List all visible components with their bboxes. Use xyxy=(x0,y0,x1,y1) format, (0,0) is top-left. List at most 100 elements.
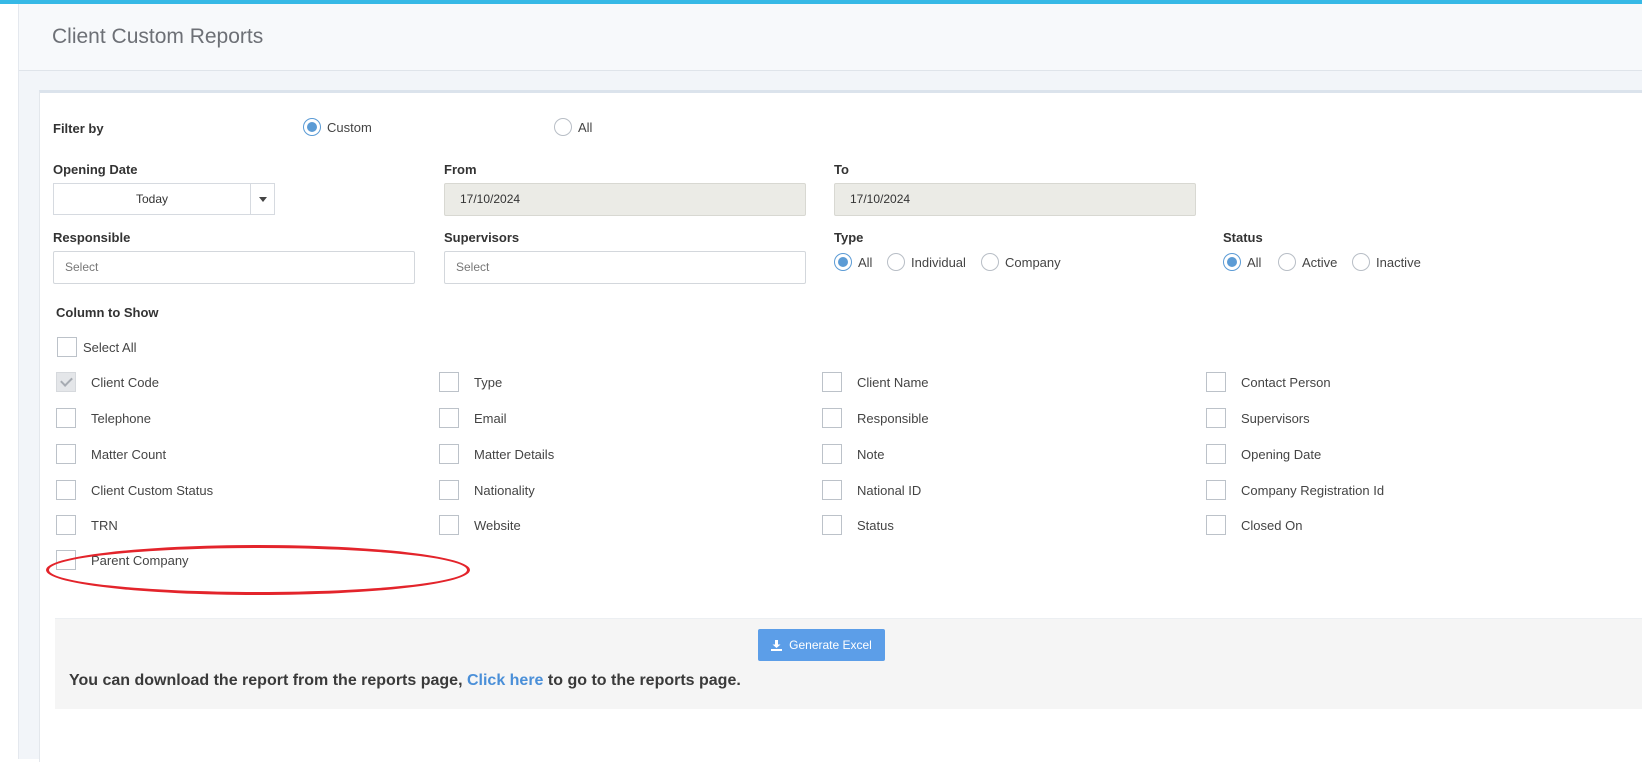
reports-page-link[interactable]: Click here xyxy=(467,672,543,689)
page-content: Client Custom Reports Filter by Custom A… xyxy=(19,4,1642,762)
checkbox-box xyxy=(56,408,76,428)
status-radio-all[interactable]: All xyxy=(1223,253,1261,271)
checkbox-label: Email xyxy=(474,410,507,426)
type-label: Type xyxy=(834,230,864,245)
column-checkbox-contact-person[interactable]: Contact Person xyxy=(1206,372,1331,392)
checkbox-box xyxy=(57,337,77,357)
from-date-input[interactable]: 17/10/2024 xyxy=(444,183,806,216)
column-checkbox-responsible[interactable]: Responsible xyxy=(822,408,929,428)
select-all-checkbox[interactable]: Select All xyxy=(57,337,136,357)
footer-message-end: to go to the reports page. xyxy=(547,672,741,689)
filter-by-label: Filter by xyxy=(53,121,104,136)
checkmark-icon xyxy=(59,374,73,387)
generate-excel-button[interactable]: Generate Excel xyxy=(758,629,885,661)
type-radio-company[interactable]: Company xyxy=(981,253,1061,271)
column-checkbox-status[interactable]: Status xyxy=(822,515,894,535)
column-checkbox-client-custom-status[interactable]: Client Custom Status xyxy=(56,480,213,500)
column-checkbox-nationality[interactable]: Nationality xyxy=(439,480,535,500)
filter-radio-all[interactable]: All xyxy=(554,118,592,136)
checkbox-box xyxy=(822,408,842,428)
column-checkbox-opening-date[interactable]: Opening Date xyxy=(1206,444,1321,464)
type-radio-individual[interactable]: Individual xyxy=(887,253,966,271)
column-checkbox-company-registration-id[interactable]: Company Registration Id xyxy=(1206,480,1384,500)
column-checkbox-client-name[interactable]: Client Name xyxy=(822,372,929,392)
radio-label: Active xyxy=(1302,254,1338,270)
opening-date-value: Today xyxy=(135,192,169,206)
checkbox-label: Supervisors xyxy=(1241,410,1310,426)
download-instructions: You can download the report from the rep… xyxy=(69,672,741,690)
radio-label: All xyxy=(858,254,873,270)
filter-radio-custom[interactable]: Custom xyxy=(303,118,372,136)
checkbox-box xyxy=(439,480,459,500)
radio-label: Custom xyxy=(327,119,372,135)
column-checkbox-trn[interactable]: TRN xyxy=(56,515,118,535)
left-sidebar-rail xyxy=(0,4,19,759)
responsible-label: Responsible xyxy=(53,230,131,245)
opening-date-label: Opening Date xyxy=(53,162,138,177)
checkbox-label: Type xyxy=(474,374,503,390)
radio-indicator xyxy=(1352,253,1370,271)
status-radio-active[interactable]: Active xyxy=(1278,253,1337,271)
checkbox-label: Contact Person xyxy=(1241,374,1331,390)
column-checkbox-website[interactable]: Website xyxy=(439,515,521,535)
checkbox-label: Note xyxy=(857,446,885,462)
opening-date-select[interactable]: Today xyxy=(53,183,275,215)
to-label: To xyxy=(834,162,849,177)
checkbox-box xyxy=(439,444,459,464)
checkbox-label: Matter Details xyxy=(474,446,555,462)
checkbox-box xyxy=(822,444,842,464)
checkbox-label: Telephone xyxy=(91,410,151,426)
checkbox-box xyxy=(56,444,76,464)
checkbox-box xyxy=(1206,408,1226,428)
radio-label: Company xyxy=(1005,254,1061,270)
column-checkbox-client-code[interactable]: Client Code xyxy=(56,372,159,392)
column-checkbox-closed-on[interactable]: Closed On xyxy=(1206,515,1302,535)
status-radio-inactive[interactable]: Inactive xyxy=(1352,253,1421,271)
type-radio-all[interactable]: All xyxy=(834,253,872,271)
responsible-select[interactable]: Select xyxy=(53,251,415,284)
checkbox-box xyxy=(439,408,459,428)
column-checkbox-email[interactable]: Email xyxy=(439,408,507,428)
checkbox-box xyxy=(1206,444,1226,464)
checkbox-box xyxy=(439,515,459,535)
radio-indicator xyxy=(1223,253,1241,271)
checkbox-label: Select All xyxy=(83,339,137,355)
column-checkbox-national-id[interactable]: National ID xyxy=(822,480,921,500)
column-checkbox-telephone[interactable]: Telephone xyxy=(56,408,151,428)
column-checkbox-type[interactable]: Type xyxy=(439,372,502,392)
generate-excel-label: Generate Excel xyxy=(789,638,872,652)
radio-indicator xyxy=(554,118,572,136)
checkbox-label: Matter Count xyxy=(91,446,167,462)
supervisors-select[interactable]: Select xyxy=(444,251,806,284)
column-checkbox-parent-company[interactable]: Parent Company xyxy=(56,550,189,570)
radio-label: Inactive xyxy=(1376,254,1421,270)
report-footer-panel: Generate Excel You can download the repo… xyxy=(55,618,1642,709)
dropdown-toggle[interactable] xyxy=(250,184,275,214)
checkbox-box xyxy=(822,480,842,500)
checkbox-label: National ID xyxy=(857,482,922,498)
radio-label: Individual xyxy=(911,254,966,270)
column-checkbox-supervisors[interactable]: Supervisors xyxy=(1206,408,1310,428)
checkbox-label: Client Name xyxy=(857,374,929,390)
checkbox-label: Nationality xyxy=(474,482,535,498)
checkbox-label: Company Registration Id xyxy=(1241,482,1385,498)
checkbox-label: Website xyxy=(474,517,521,533)
to-date-input[interactable]: 17/10/2024 xyxy=(834,183,1196,216)
checkbox-label: Status xyxy=(857,517,894,533)
report-form-card: Filter by Custom All Opening Date Today … xyxy=(39,90,1642,762)
checkbox-box xyxy=(1206,372,1226,392)
footer-message-start: You can download the report from the rep… xyxy=(69,672,463,689)
checkbox-label: Client Custom Status xyxy=(91,482,214,498)
checkbox-box xyxy=(1206,480,1226,500)
radio-indicator xyxy=(834,253,852,271)
column-checkbox-note[interactable]: Note xyxy=(822,444,884,464)
checkbox-box xyxy=(1206,515,1226,535)
radio-indicator xyxy=(303,118,321,136)
page-header: Client Custom Reports xyxy=(19,4,1642,71)
column-checkbox-matter-count[interactable]: Matter Count xyxy=(56,444,166,464)
checkbox-box xyxy=(56,372,76,392)
column-checkbox-matter-details[interactable]: Matter Details xyxy=(439,444,554,464)
column-to-show-label: Column to Show xyxy=(56,305,159,320)
page-title: Client Custom Reports xyxy=(52,25,264,48)
radio-indicator xyxy=(887,253,905,271)
